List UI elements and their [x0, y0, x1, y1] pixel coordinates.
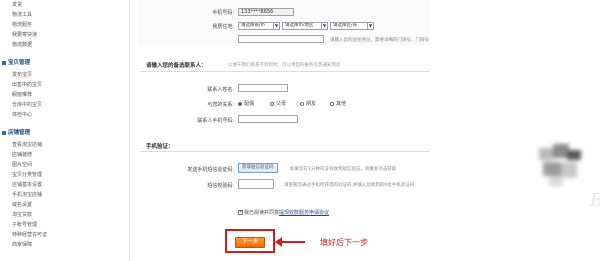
- sidebar-item[interactable]: 域名设置: [12, 201, 32, 208]
- chevron-down-icon: ▼: [273, 23, 279, 29]
- sidebar-item[interactable]: 出售中的宝贝: [12, 81, 42, 88]
- sidebar-item[interactable]: 发布宝贝: [12, 71, 32, 78]
- sms-code-input[interactable]: [238, 179, 274, 189]
- sidebar-section-title[interactable]: 宝贝管理: [2, 58, 30, 66]
- backup-section-title: 请输入您的备选联系人：: [146, 63, 207, 69]
- annotation-text: 填好后下一步: [320, 238, 368, 247]
- radio-icon: [300, 101, 304, 106]
- relation-option-friend[interactable]: 朋友: [300, 100, 316, 107]
- sidebar-item[interactable]: 特种经营许可证: [12, 231, 47, 238]
- main-content: 手机号码: 133****8656 我居住地: 请选择省/市 ▼ 请选择市/地区 ▼…: [130, 0, 600, 261]
- sidebar-item[interactable]: 商家保障: [12, 241, 32, 248]
- next-button-highlight: 下一步: [225, 229, 275, 253]
- relation-label: 与您的关系:: [207, 102, 234, 108]
- send-code-label: 发送手机短信验证码:: [187, 167, 234, 173]
- sidebar-item[interactable]: 图片空间: [12, 161, 32, 168]
- sidebar-item[interactable]: 子账号管理: [12, 221, 37, 228]
- divider: [140, 71, 430, 72]
- watermark: Ba: [590, 190, 600, 211]
- address-detail-input[interactable]: [238, 35, 324, 43]
- radio-icon: [330, 101, 334, 106]
- address-hint: 请输入您的居住地址，需要详细的门牌号，门牌号: [330, 38, 429, 43]
- code-label: 短信校验码:: [207, 183, 234, 189]
- sidebar-item[interactable]: 我要寄快递: [12, 31, 37, 38]
- checkbox-checked-icon: [238, 209, 243, 215]
- address-label: 我居住地:: [212, 24, 234, 30]
- sidebar-section-title[interactable]: 店铺管理: [2, 128, 30, 136]
- relation-option-spouse[interactable]: 配偶: [238, 100, 254, 107]
- next-step-button[interactable]: 下一步: [235, 237, 265, 248]
- contact-name-label: 联系人姓名:: [207, 87, 234, 93]
- phone-field[interactable]: 133****8656: [238, 8, 294, 16]
- sidebar-item[interactable]: 查看淘宝店铺: [12, 141, 42, 148]
- sidebar-item[interactable]: 淘宝贷款: [12, 211, 32, 218]
- annotation-arrow: [277, 241, 305, 243]
- sidebar-item[interactable]: 发货: [12, 1, 22, 8]
- sidebar-item[interactable]: 体检中心: [12, 111, 32, 118]
- province-select[interactable]: 请选择省/市 ▼: [238, 22, 280, 30]
- agreement-link[interactable]: 提现收款服务申请协议: [279, 210, 329, 216]
- sidebar-item[interactable]: 店铺基本设置: [12, 181, 42, 188]
- city-select[interactable]: 请选择市/地区 ▼: [282, 22, 328, 30]
- phone-label: 手机号码:: [212, 10, 234, 16]
- chevron-down-icon: ▼: [367, 23, 373, 29]
- sidebar-item[interactable]: 仓库中的宝贝: [12, 101, 42, 108]
- relation-option-other[interactable]: 其他: [330, 100, 346, 107]
- section-bullet-icon: [2, 60, 6, 65]
- contact-phone-input[interactable]: [238, 115, 298, 123]
- backup-section-note: 以便于我们联系不到您时，可以用您的服务信息通知到您: [228, 63, 341, 68]
- sidebar-item[interactable]: 物流服务: [12, 21, 32, 28]
- agree-checkbox[interactable]: 我已阅读并同意提现收款服务申请协议: [238, 209, 329, 216]
- sidebar-item[interactable]: 物流工具: [12, 11, 32, 18]
- chevron-down-icon: ▼: [321, 23, 327, 29]
- blurred-region: [535, 142, 587, 190]
- radio-selected-icon: [238, 101, 242, 106]
- sidebar-item[interactable]: 橱窗推荐: [12, 91, 32, 98]
- verify-section-title: 手机验证：: [146, 144, 174, 150]
- contact-phone-label: 联系人手机号码:: [197, 118, 234, 124]
- code-hint: 请查看您通过手机所获得的验证码,并输入您收到的6位手机验证码: [284, 183, 415, 188]
- sidebar-item[interactable]: 物流数据: [12, 41, 32, 48]
- section-bullet-icon: [2, 130, 6, 135]
- send-code-hint: 如果您在1分钟内没有收到短信验证，请重新点击获取: [290, 167, 397, 172]
- relation-option-parents[interactable]: 父母: [270, 100, 286, 107]
- contact-name-input[interactable]: [238, 84, 288, 92]
- district-select[interactable]: 请选择区/县 ▼: [330, 22, 374, 30]
- divider: [140, 151, 430, 152]
- sidebar-item[interactable]: 店铺装修: [12, 151, 32, 158]
- get-sms-code-button[interactable]: 获取短信验证码: [238, 163, 278, 173]
- sidebar: 发货 物流工具 物流服务 我要寄快递 物流数据 宝贝管理 发布宝贝 出售中的宝贝…: [0, 0, 130, 261]
- radio-icon: [270, 101, 274, 106]
- sidebar-item[interactable]: 宝贝分类管理: [12, 171, 42, 178]
- sidebar-item[interactable]: 手机淘宝店铺: [12, 191, 42, 198]
